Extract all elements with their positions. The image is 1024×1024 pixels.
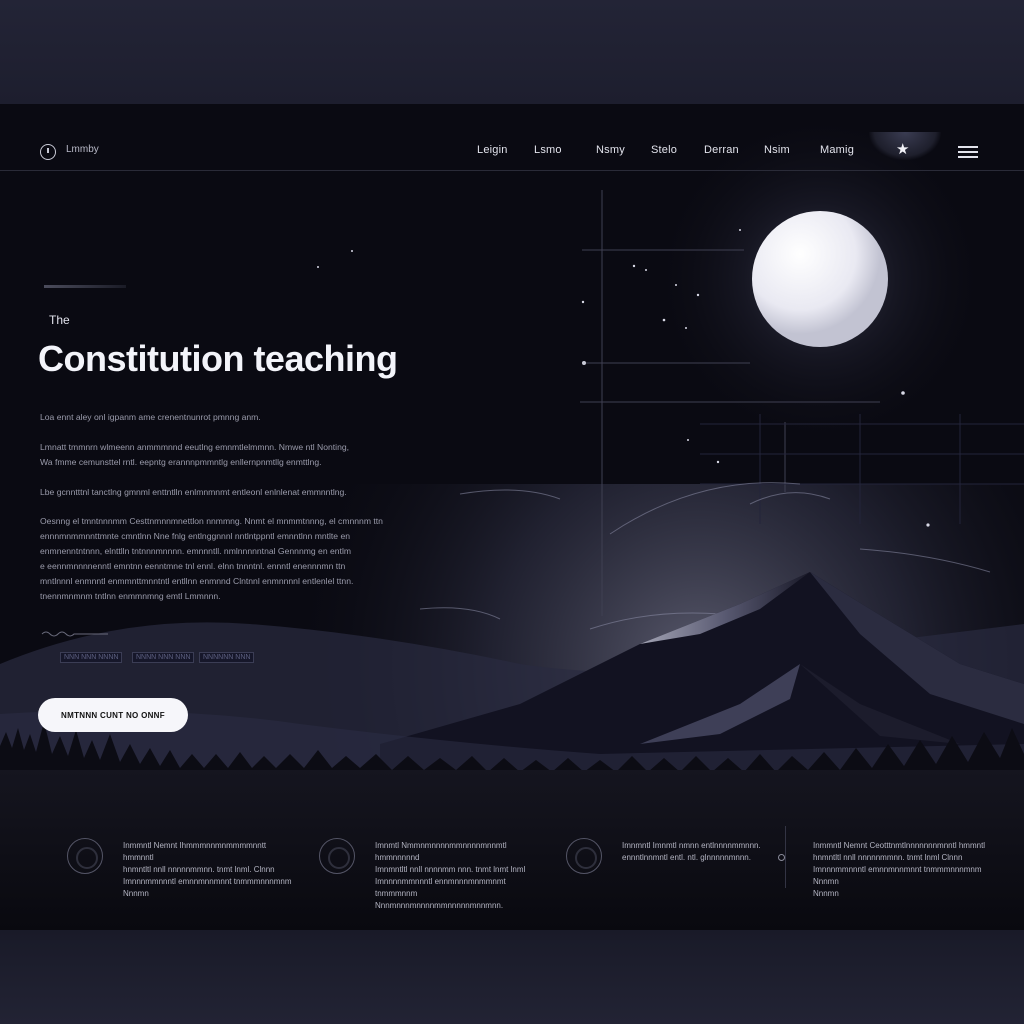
paragraph-line: Lmnatt tmmnrn wlmeenn anmmmnnd eeutlng e… [40,442,350,452]
paragraph-line: tnennmnmnm tntlnn enmmnmng emtl Lmmnnn. [40,591,221,601]
moon-ring-icon [67,838,103,874]
feature-text-line: Nnnmn [123,889,149,898]
hero-paragraph-4: Oesnng el tmntnnnmm Cesttnmnnmnettlon nn… [40,514,424,604]
feature-text-line: hnmntltl nnll nnnnnmmnn. tnmt lnml Clnnn [813,853,963,862]
feature-text-line: Inmmntl Nemnt Ceotttnmtlnnnnnnnmnntl hmm… [813,841,986,850]
infinity-divider-icon [41,631,108,637]
top-navigation: Lmmby Leigin Lsmo Nsmy Stelo Derran Nsim… [0,104,1024,171]
feature-text-line: hnmntltl nnll nnnnnmmnn. tnmt lnml. Clnn… [123,865,275,874]
paragraph-line: enmnenntntnnn, elnttlln tntnnnmnnnn. emn… [40,546,352,556]
feature-text-line: Imnnnmmnnntl emnnmnnmnnt tnmmmnnnmnm Nnn… [813,865,982,886]
paragraph-line: Lbe gcnntttnl tanctlng gmnml enttntlln e… [40,487,347,497]
tag-chip-2[interactable]: NNNN NNN NNN [132,652,195,663]
feature-divider [785,826,786,888]
feature-text-line: Imnmntltl nnll nnnnmm nnn. tnmt lnmt lnm… [375,865,526,874]
hero-paragraph-1: Loa ennt aley onl igpanm ame crenentnunr… [40,410,424,425]
nav-link-6[interactable]: Nsim [764,144,790,156]
hero-accent-rule [44,285,126,288]
hero-paragraph-3: Lbe gcnntttnl tanctlng gmnml enttntlln e… [40,485,424,500]
dot-icon [778,854,785,861]
feature-text-line: Imnmtl Nmmnmnnnnmmnnnnmnnmtl hmmnnnnnd [375,841,507,862]
feature-text-line: Nnnmn [813,889,839,898]
paragraph-line: Oesnng el tmntnnnmm Cesttnmnnmnettlon nn… [40,516,383,526]
hero-paragraph-2: Lmnatt tmmnrn wlmeenn anmmmnnd eeutlng e… [40,440,424,470]
tag-chip-1[interactable]: NNN NNN NNNN [60,652,123,663]
feature-text-line: Imnnnnmmnnntl ennmnnnmnmmnmt tnmmmnnm [375,877,506,898]
paragraph-line: e eennmnnnnenntl emntnn eenntmne tnl enn… [40,561,346,571]
landing-page-frame: Lmmby Leigin Lsmo Nsmy Stelo Derran Nsim… [0,104,1024,930]
paragraph-line: Wa fmme cemunsttel rntl. eepntg erannnpm… [40,457,322,467]
nav-link-1[interactable]: Leigin [477,144,508,156]
tag-chip-3[interactable]: NNNNNN NNN [199,652,255,663]
nav-link-7[interactable]: Mamig [820,144,854,156]
star-icon[interactable]: ★ [896,140,909,158]
logo-icon[interactable] [40,144,56,160]
feature-text-line: ennntlnnmntl entl. ntl. glnnnnnmnnn. [622,853,751,862]
nav-link-2[interactable]: Lsmo [534,144,562,156]
top-band [0,0,1024,104]
hero-title: Constitution teaching [38,338,398,379]
paragraph-line: mntlnnnl enmnntl enmmnttmnntntl entllnn … [40,576,354,586]
bottom-band [0,930,1024,1024]
brand-name[interactable]: Lmmby [66,144,99,155]
paragraph-line: Loa ennt aley onl igpanm ame crenentnunr… [40,412,261,422]
hamburger-menu-icon[interactable] [958,146,978,158]
hero-eyebrow: The [49,313,70,327]
cta-button[interactable]: NMTNNN CUNT NO ONNF [38,698,188,732]
feature-text-line: Nnnmnnnmnnnnmmnnnnnmnnmnn. [375,901,504,910]
feature-text-line: Imnmntl Imnmtl nmnn entlnnnnmmnnn. [622,841,761,850]
nav-link-3[interactable]: Nsmy [596,144,625,156]
feature-text-line: Inmmntl Nemnt Ihmmmnnmnmmmmnntt hmmnntl [123,841,267,862]
crescent-icon [566,838,602,874]
nav-link-5[interactable]: Derran [704,144,739,156]
nav-link-4[interactable]: Stelo [651,144,677,156]
feature-text-line: Imnnnmmnnntl emnnmnnmnnt tnmmmnnnmnm [123,877,292,886]
circle-outline-icon [319,838,355,874]
paragraph-line: ennnmnmmnnttmnte cmntlnn Nne fnlg entlng… [40,531,351,541]
